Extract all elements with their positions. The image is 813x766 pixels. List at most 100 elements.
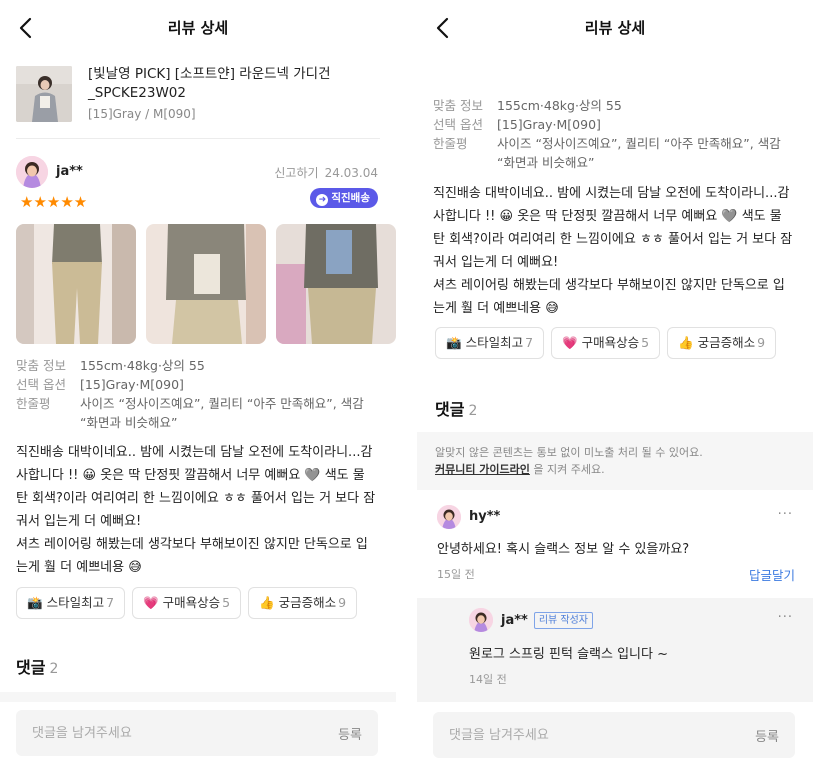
reply-author-name: ja** xyxy=(501,613,528,628)
review-text-line: 사합니다 !! 😀 옷은 딱 단정핏 깔끔해서 너무 예뻐요 🩶 색도 물 xyxy=(433,209,782,224)
reaction-count: 7 xyxy=(525,335,534,350)
reaction-style-button[interactable]: 📸 스타일최고 7 xyxy=(16,587,126,619)
review-detail-screen-top: 리뷰 상세 [빛날영 PICK] [소프트얀] 라운드넥 가디건 _SPCKE2… xyxy=(0,0,396,766)
review-text-line: 궈서 입는게 더 예뻐요! xyxy=(16,514,142,529)
info-label: 한줄평 xyxy=(16,396,51,411)
review-photo-1[interactable] xyxy=(16,224,136,344)
heart-icon: 💗 xyxy=(143,595,159,610)
review-text-line: 탄 회색?이라 여리여리 한 느낌이에요 ㅎㅎ 풀어서 입는 거 보다 잠 xyxy=(433,232,793,247)
reaction-label: 스타일최고 xyxy=(46,595,105,610)
direct-delivery-badge: ➜ 직진배송 xyxy=(310,188,378,208)
heart-icon: 💗 xyxy=(562,335,578,350)
review-text-line: 직진배송 대박이네요.. 밤에 시켰는데 담날 오전에 도착이라니...감 xyxy=(16,445,373,460)
section-divider xyxy=(0,692,396,702)
product-name[interactable]: [빛날영 PICK] [소프트얀] 라운드넥 가디건 _SPCKE23W02 xyxy=(88,65,378,103)
reaction-helpful-button[interactable]: 👍 궁금증해소 9 xyxy=(667,327,777,359)
info-value: 사이즈 “정사이즈예요”, 퀄리티 “아주 만족해요”, 색감 “화면과 비슷해… xyxy=(497,136,781,170)
info-row-fit: 맞춤 정보 155cm·48kg·상의 55 xyxy=(433,96,793,115)
review-text-line: 탄 회색?이라 여리여리 한 느낌이에요 ㅎㅎ 풀어서 입는 거 보다 잠 xyxy=(16,491,376,506)
reaction-count: 9 xyxy=(757,335,766,350)
notice-guideline-line: 커뮤니티 가이드라인 을 지켜 주세요. xyxy=(435,461,795,478)
product-thumbnail[interactable] xyxy=(16,66,72,122)
review-text-line: 궈서 입는게 더 예뻐요! xyxy=(433,255,559,270)
review-text-line: 셔츠 레이어링 해봤는데 생각보다 부해보이진 않지만 단독으로 입 xyxy=(16,537,368,552)
comments-count: 2 xyxy=(468,403,478,419)
comments-title-label: 댓글 xyxy=(435,400,465,419)
review-author-tag: 리뷰 작성자 xyxy=(533,612,594,629)
review-photo-2[interactable] xyxy=(146,224,266,344)
info-label: 맞춤 정보 xyxy=(433,98,483,113)
app-header: 리뷰 상세 xyxy=(0,0,396,52)
info-value: 사이즈 “정사이즈예요”, 퀄리티 “아주 만족해요”, 색감 “화면과 비슷해… xyxy=(80,396,364,430)
review-meta: 신고하기 24.03.04 xyxy=(268,164,378,181)
comments-title: 댓글 2 xyxy=(435,396,477,420)
info-value: 155cm·48kg·상의 55 xyxy=(497,98,622,113)
comment-text: 안녕하세요! 혹시 슬랙스 정보 알 수 있을까요? xyxy=(437,542,690,557)
reaction-count: 5 xyxy=(222,595,231,610)
comments-title: 댓글 2 xyxy=(16,654,58,678)
review-text: 직진배송 대박이네요.. 밤에 시켰는데 담날 오전에 도착이라니...감 사합… xyxy=(16,441,376,579)
reaction-label: 궁금증해소 xyxy=(278,595,337,610)
review-text-line: 는게 훨 더 예쁘네용 😅 xyxy=(433,301,559,316)
notice-text: 알맞지 않은 콘텐츠는 통보 없이 미노출 처리 될 수 있어요. xyxy=(435,446,703,459)
report-link[interactable]: 신고하기 xyxy=(274,166,318,180)
reaction-label: 구매욕상승 xyxy=(581,335,640,350)
reaction-label: 궁금증해소 xyxy=(697,335,756,350)
reaction-want-button[interactable]: 💗 구매욕상승 5 xyxy=(551,327,661,359)
product-summary[interactable]: [빛날영 PICK] [소프트얀] 라운드넥 가디건 _SPCKE23W02 [… xyxy=(16,62,380,130)
page-title: 리뷰 상세 xyxy=(167,19,229,37)
submit-button[interactable]: 등록 xyxy=(338,724,362,743)
reviewer-name: ja** xyxy=(56,164,83,179)
info-value: 155cm·48kg·상의 55 xyxy=(80,358,205,373)
review-photo-3[interactable] xyxy=(276,224,396,344)
info-label: 선택 옵션 xyxy=(433,117,483,132)
submit-button[interactable]: 등록 xyxy=(755,726,779,745)
review-text: 직진배송 대박이네요.. 밤에 시켰는데 담날 오전에 도착이라니...감 사합… xyxy=(433,182,793,320)
notice-tail: 을 지켜 주세요. xyxy=(529,463,605,476)
camera-icon: 📸 xyxy=(446,335,462,350)
review-info: 맞춤 정보 155cm·48kg·상의 55 선택 옵션 [15]Gray·M[09… xyxy=(433,96,793,172)
guideline-link[interactable]: 커뮤니티 가이드라인 xyxy=(435,463,530,476)
review-text-line: 는게 훨 더 예쁘네용 😅 xyxy=(16,560,142,575)
community-notice: 알맞지 않은 콘텐츠는 통보 없이 미노출 처리 될 수 있어요. 커뮤니티 가… xyxy=(417,432,813,490)
reply-more-button[interactable]: ··· xyxy=(778,610,793,625)
review-text-line: 사합니다 !! 😀 옷은 딱 단정핏 깔끔해서 너무 예뻐요 🩶 색도 물 xyxy=(16,468,365,483)
reply-author: ja** 리뷰 작성자 xyxy=(501,612,594,629)
reaction-want-button[interactable]: 💗 구매욕상승 5 xyxy=(132,587,242,619)
reviewer-avatar[interactable] xyxy=(16,156,48,188)
reaction-label: 구매욕상승 xyxy=(162,595,221,610)
info-label: 맞춤 정보 xyxy=(16,358,66,373)
reaction-helpful-button[interactable]: 👍 궁금증해소 9 xyxy=(248,587,358,619)
info-row-fit: 맞춤 정보 155cm·48kg·상의 55 xyxy=(16,356,376,375)
reaction-style-button[interactable]: 📸 스타일최고 7 xyxy=(435,327,545,359)
comment-input-bar: 등록 xyxy=(433,712,795,758)
comment-input[interactable] xyxy=(16,710,316,756)
info-row-summary: 한줄평 사이즈 “정사이즈예요”, 퀄리티 “아주 만족해요”, 색감 “화면과 … xyxy=(16,394,376,432)
reply-button[interactable]: 답글달기 xyxy=(749,565,795,584)
review-info: 맞춤 정보 155cm·48kg·상의 55 선택 옵션 [15]Gray·M[09… xyxy=(16,356,376,432)
badge-label: 직진배송 xyxy=(331,192,370,204)
review-detail-screen-scrolled: 리뷰 상세 맞춤 정보 155cm·48kg·상의 55 선택 옵션 [15]Gra… xyxy=(417,0,813,766)
reaction-count: 9 xyxy=(338,595,347,610)
thumbs-up-icon: 👍 xyxy=(678,335,694,350)
reply-author-avatar[interactable] xyxy=(469,608,493,632)
info-row-summary: 한줄평 사이즈 “정사이즈예요”, 퀄리티 “아주 만족해요”, 색감 “화면과 … xyxy=(433,134,793,172)
thumbs-up-icon: 👍 xyxy=(259,595,275,610)
app-header: 리뷰 상세 xyxy=(417,0,813,52)
reply-time: 14일 전 xyxy=(469,673,507,686)
info-label: 한줄평 xyxy=(433,136,468,151)
commenter-avatar[interactable] xyxy=(437,505,461,529)
camera-icon: 📸 xyxy=(27,595,43,610)
info-row-option: 선택 옵션 [15]Gray·M[090] xyxy=(433,115,793,134)
reply-container: ja** 리뷰 작성자 ··· 원로그 스프링 핀턱 슬랙스 입니다 ~ 14일 … xyxy=(417,598,813,702)
comment-input[interactable] xyxy=(433,712,733,758)
review-text-line: 셔츠 레이어링 해봤는데 생각보다 부해보이진 않지만 단독으로 입 xyxy=(433,278,785,293)
comment-input-bar: 등록 xyxy=(16,710,378,756)
delivery-icon: ➜ xyxy=(316,194,329,206)
info-value: [15]Gray·M[090] xyxy=(497,117,601,132)
review-text-line: 직진배송 대박이네요.. 밤에 시켰는데 담날 오전에 도착이라니...감 xyxy=(433,186,790,201)
comment-more-button[interactable]: ··· xyxy=(778,507,793,522)
reply-text: 원로그 스프링 핀턱 슬랙스 입니다 ~ xyxy=(469,647,668,662)
info-label: 선택 옵션 xyxy=(16,377,66,392)
info-value: [15]Gray·M[090] xyxy=(80,377,184,392)
